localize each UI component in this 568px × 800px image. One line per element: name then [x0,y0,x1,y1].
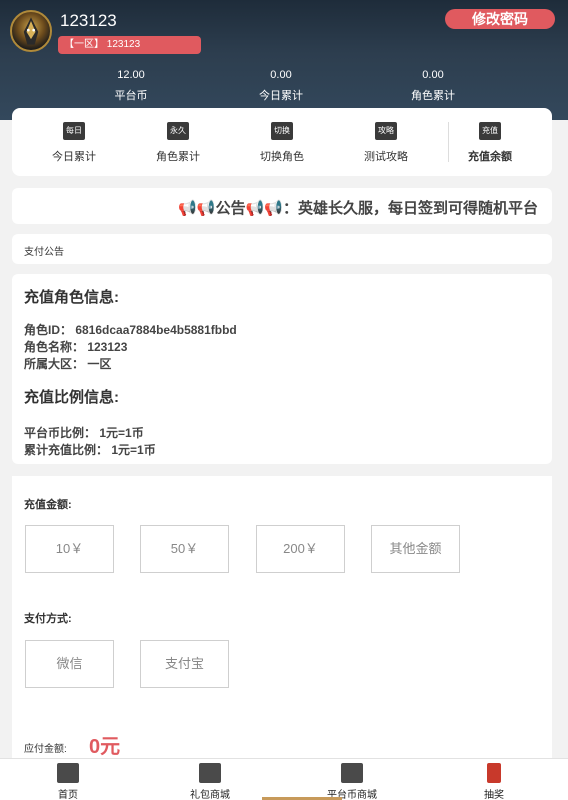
nav-label: 首页 [58,790,78,800]
role-info-title: 充值角色信息: [24,289,119,306]
stat-value: 12.00 [117,69,145,81]
quicknav-role-total[interactable]: 永久 角色累计 [126,122,230,164]
nav-coin-store[interactable]: 平台币商城 [302,763,402,800]
payment-method-label: 支付方式: [24,613,72,625]
stat-role-total: 0.00 角色累计 [388,69,478,103]
payment-notice-label: 支付公告 [24,247,64,258]
payable-amount: 0元 [89,736,121,758]
stat-label: 今日累计 [259,90,303,102]
payable-label: 应付金额: [24,744,67,755]
announcement-word: 公告 [215,200,246,217]
role-name: 角色名称： 123123 [24,340,128,354]
switch-icon: 切换 [271,122,293,140]
username: 123123 [60,11,117,30]
payment-notice[interactable]: 支付公告 [12,234,552,264]
server-badge: 【一区】 123123 [58,36,201,54]
megaphone-icon: 📢📢 [178,200,216,217]
stat-platform-coin: 12.00 平台币 [86,69,176,103]
amount-option-200[interactable]: 200￥ [256,525,345,573]
quicknav-label: 充值余额 [468,151,512,163]
ratio-info-title: 充值比例信息: [24,389,119,406]
warrior-avatar-icon [23,17,39,45]
total-ratio: 累计充值比例： 1元=1币 [24,443,156,457]
quicknav-label: 今日累计 [52,151,96,163]
role-server: 所属大区： 一区 [24,357,112,371]
announcement-body: ：英雄长久服，每日签到可得随机平台 [282,200,538,217]
amount-option-other[interactable]: 其他金额 [371,525,460,573]
daily-icon: 每日 [63,122,85,140]
megaphone-icon: 📢📢 [245,200,283,217]
nav-lottery[interactable]: 抽奖 [444,763,544,800]
nav-gift-store[interactable]: 礼包商城 [160,763,260,800]
pay-method-alipay[interactable]: 支付宝 [140,640,229,688]
quicknav-today-total[interactable]: 每日 今日累计 [22,122,126,164]
role-id: 角色ID： 6816dcaa7884be4b5881fbbd [24,323,237,337]
avatar[interactable] [10,10,52,52]
lottery-icon [487,763,501,783]
bottom-nav: 首页 礼包商城 平台币商城 抽奖 [0,758,568,800]
profile-header: 123123 【一区】 123123 修改密码 12.00 平台币 0.00 今… [0,0,568,120]
amount-label: 充值金额: [24,499,72,511]
announcement-bar: 📢📢公告📢📢：英雄长久服，每日签到可得随机平台 [12,188,552,224]
quicknav-label: 角色累计 [156,151,200,163]
recharge-icon: 充值 [479,122,501,140]
amount-option-50[interactable]: 50￥ [140,525,229,573]
gift-icon [199,763,221,783]
home-icon [57,763,79,783]
permanent-icon: 永久 [167,122,189,140]
announcement-text: 📢📢公告📢📢：英雄长久服，每日签到可得随机平台 [178,197,538,218]
stat-label: 平台币 [114,90,148,102]
nav-label: 礼包商城 [190,790,230,800]
stat-value: 0.00 [270,69,292,81]
platform-ratio: 平台币比例： 1元=1币 [24,426,144,440]
quicknav-recharge-balance[interactable]: 充值 充值余额 [438,122,542,164]
quicknav-label: 切换角色 [260,151,304,163]
recharge-form: 充值金额: 10￥ 50￥ 200￥ 其他金额 支付方式: 微信 支付宝 应付金… [12,476,552,758]
quicknav-label: 测试攻略 [364,151,408,163]
guide-icon: 攻略 [375,122,397,140]
quicknav-switch-role[interactable]: 切换 切换角色 [230,122,334,164]
stat-label: 角色累计 [411,90,455,102]
coin-store-icon [341,763,363,783]
change-password-button[interactable]: 修改密码 [445,9,555,29]
quicknav-test-guide[interactable]: 攻略 测试攻略 [334,122,438,164]
stat-today-total: 0.00 今日累计 [236,69,326,103]
nav-home[interactable]: 首页 [18,763,118,800]
pay-method-wechat[interactable]: 微信 [25,640,114,688]
recharge-info-card: 充值角色信息: 角色ID： 6816dcaa7884be4b5881fbbd 角… [12,274,552,464]
amount-option-10[interactable]: 10￥ [25,525,114,573]
nav-label: 抽奖 [484,790,504,800]
quick-nav: 每日 今日累计 永久 角色累计 切换 切换角色 攻略 测试攻略 充值 充值余额 [12,108,552,176]
stat-value: 0.00 [422,69,444,81]
